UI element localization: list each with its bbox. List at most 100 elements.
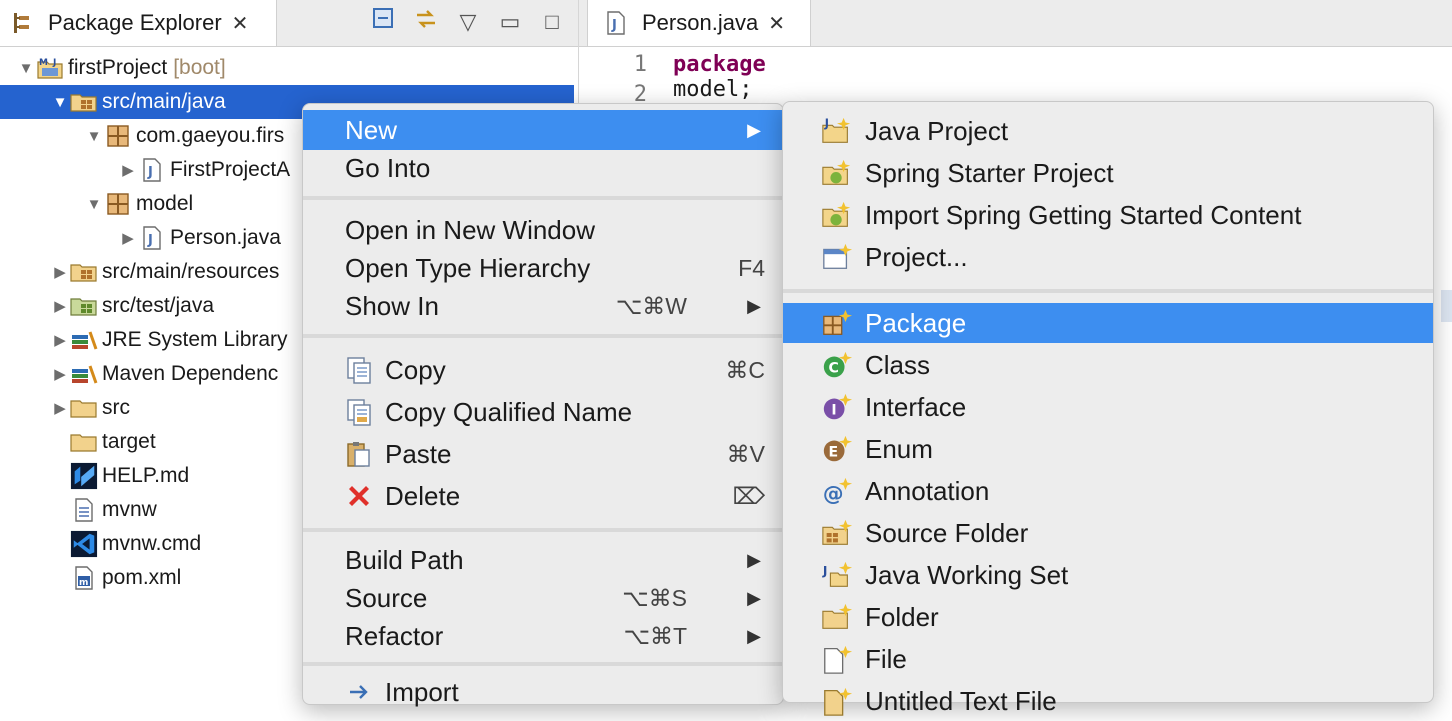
menu-item-annotation[interactable]: @ Annotation: [783, 471, 1433, 511]
menu-item-spring-starter-project[interactable]: Spring Starter Project: [783, 153, 1433, 193]
menu-item-new[interactable]: New ▶: [303, 110, 783, 150]
menu-item-package[interactable]: Package: [783, 303, 1433, 343]
menu-item-untitled-text-file[interactable]: Untitled Text File: [783, 681, 1433, 721]
tree-item-label: FirstProjectA: [170, 158, 291, 181]
copy-qualified-name-icon: [343, 396, 375, 428]
menu-item-file[interactable]: File: [783, 639, 1433, 679]
editor-tab-person-java[interactable]: J Person.java ✕: [587, 0, 811, 46]
new-source-folder-icon: [821, 517, 853, 549]
expand-arrow-icon[interactable]: ▼: [84, 196, 104, 213]
menu-item-show-in[interactable]: Show In ⌥⌘W ▶: [303, 286, 783, 326]
menu-item-import[interactable]: Import: [303, 672, 783, 712]
collapse-arrow-icon[interactable]: ▶: [50, 331, 70, 349]
menu-item-build-path[interactable]: Build Path ▶: [303, 540, 783, 580]
package-explorer-tab[interactable]: Package Explorer ✕: [0, 0, 277, 46]
maven-pom-icon: m: [70, 565, 98, 591]
tree-item-label: JRE System Library: [102, 328, 288, 351]
menu-item-label: Refactor: [345, 620, 444, 651]
menu-item-refactor[interactable]: Refactor ⌥⌘T ▶: [303, 616, 783, 656]
editor-tab-label: Person.java: [642, 10, 759, 35]
menu-item-import-spring-getting-started-content[interactable]: Import Spring Getting Started Content: [783, 195, 1433, 235]
new-project-icon: [821, 241, 853, 273]
library-icon: [70, 361, 98, 387]
menu-item-shortcut: ⌦: [732, 482, 765, 509]
tree-item-label: target: [102, 430, 156, 453]
new-enum-icon: E: [821, 433, 853, 465]
source-folder-icon: [70, 259, 98, 285]
view-menu-icon[interactable]: ▽: [454, 9, 482, 35]
menu-item-label: Source: [345, 582, 428, 613]
svg-text:J: J: [147, 165, 153, 180]
new-folder-icon: [821, 601, 853, 633]
menu-item-java-project[interactable]: J Java Project: [783, 111, 1433, 151]
tree-item[interactable]: ▼ M JfirstProject [boot]: [0, 51, 578, 85]
tree-item-label: com.gaeyou.firs: [136, 124, 285, 147]
library-icon: [70, 327, 98, 353]
menu-item-project[interactable]: Project...: [783, 237, 1433, 277]
tree-item-label: src/main/resources: [102, 260, 280, 283]
java-file-icon: J: [138, 225, 166, 251]
menu-item-go-into[interactable]: Go Into: [303, 148, 783, 188]
untitled-text-file-icon: [821, 685, 853, 717]
svg-text:M: M: [39, 58, 48, 68]
menu-item-shortcut: ⌥⌘T: [623, 622, 687, 649]
menu-item-shortcut: ⌘C: [725, 356, 765, 383]
context-menu: New ▶ Go Into Open in New Window Open Type H…: [302, 103, 784, 707]
menu-item-label: Java Working Set: [865, 559, 1069, 590]
expand-arrow-icon[interactable]: ▼: [50, 94, 70, 111]
menu-item-source-folder[interactable]: Source Folder: [783, 513, 1433, 553]
close-icon[interactable]: ✕: [768, 11, 785, 36]
menu-item-copy[interactable]: Copy ⌘C: [303, 350, 783, 390]
new-class-icon: C: [821, 349, 853, 381]
folder-icon: [70, 429, 98, 455]
menu-item-paste[interactable]: Paste ⌘V: [303, 434, 783, 474]
tree-item-label: HELP.md: [102, 464, 190, 487]
menu-item-class[interactable]: C Class: [783, 345, 1433, 385]
svg-text:J: J: [822, 564, 828, 578]
maximize-icon[interactable]: □: [538, 9, 566, 35]
collapse-arrow-icon[interactable]: ▶: [50, 365, 70, 383]
explorer-toolbar: ▽ ▭ □: [370, 6, 566, 38]
collapse-arrow-icon[interactable]: ▶: [50, 297, 70, 315]
project-decoration: [boot]: [173, 56, 226, 79]
paste-icon: [343, 438, 375, 470]
menu-item-copy-qualified-name[interactable]: Copy Qualified Name: [303, 392, 783, 432]
keyword: package: [673, 52, 766, 77]
menu-item-open-in-new-window[interactable]: Open in New Window: [303, 210, 783, 250]
menu-item-open-type-hierarchy[interactable]: Open Type Hierarchy F4: [303, 248, 783, 288]
new-file-icon: [821, 643, 853, 675]
menu-item-java-working-set[interactable]: J Java Working Set: [783, 555, 1433, 595]
copy-icon: [343, 354, 375, 386]
svg-text:J: J: [52, 58, 56, 68]
new-package-icon: [821, 307, 853, 339]
close-icon[interactable]: ✕: [232, 11, 249, 36]
package-explorer-icon: [8, 10, 36, 36]
menu-item-label: Show In: [345, 290, 439, 321]
menu-item-label: Go Into: [345, 152, 431, 183]
expand-arrow-icon[interactable]: ▼: [84, 128, 104, 145]
menu-item-label: Build Path: [345, 544, 464, 575]
menu-item-label: Import: [385, 676, 459, 707]
tree-item-label: mvnw: [102, 498, 157, 521]
expand-arrow-icon[interactable]: ▼: [16, 60, 36, 77]
collapse-arrow-icon[interactable]: ▶: [50, 399, 70, 417]
minimize-icon[interactable]: ▭: [496, 9, 524, 35]
new-interface-icon: I: [821, 391, 853, 423]
menu-item-enum[interactable]: E Enum: [783, 429, 1433, 469]
collapse-arrow-icon[interactable]: ▶: [118, 229, 138, 247]
menu-separator: [303, 334, 783, 338]
java-file-icon: J: [602, 10, 630, 36]
menu-item-folder[interactable]: Folder: [783, 597, 1433, 637]
link-with-editor-icon[interactable]: [412, 6, 440, 38]
menu-item-source[interactable]: Source ⌥⌘S ▶: [303, 578, 783, 618]
svg-text:C: C: [829, 361, 839, 377]
menu-item-shortcut: F4: [738, 254, 765, 281]
collapse-arrow-icon[interactable]: ▶: [50, 263, 70, 281]
collapse-arrow-icon[interactable]: ▶: [118, 161, 138, 179]
menu-item-delete[interactable]: Delete ⌦: [303, 476, 783, 516]
package-icon: [104, 123, 132, 149]
menu-item-interface[interactable]: I Interface: [783, 387, 1433, 427]
menu-item-label: Source Folder: [865, 517, 1029, 548]
menu-item-label: Enum: [865, 433, 933, 464]
collapse-all-icon[interactable]: [370, 6, 398, 38]
